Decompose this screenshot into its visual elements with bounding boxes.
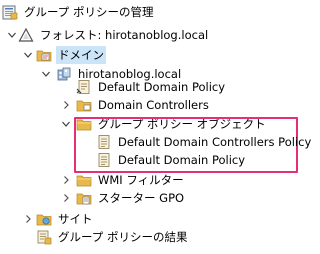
domain-icon — [56, 66, 72, 82]
tree-item-label: グループ ポリシーの結果 — [58, 230, 188, 244]
results-icon — [36, 229, 52, 245]
tree-item-label: Domain Controllers — [98, 98, 209, 112]
gpo-link-icon — [76, 79, 92, 95]
collapse-chevron-icon[interactable] — [61, 119, 71, 129]
tree-item-sites[interactable]: サイト — [36, 209, 95, 229]
expand-chevron-icon[interactable] — [61, 100, 71, 110]
tree-item-label: Default Domain Policy — [98, 80, 226, 94]
tree-item-gpo[interactable]: Default Domain Policy — [96, 150, 247, 170]
tree-item-label: サイト — [58, 212, 93, 226]
expand-chevron-icon[interactable] — [61, 175, 71, 185]
gpo-document-icon — [96, 152, 112, 168]
tree-item-label: ドメイン — [56, 46, 106, 64]
expand-chevron-icon[interactable] — [23, 214, 33, 224]
collapse-chevron-icon[interactable] — [41, 69, 51, 79]
tree-item-label: スターター GPO — [98, 191, 185, 205]
domains-folder-icon — [36, 47, 52, 63]
forest-triangle-icon — [18, 27, 34, 43]
tree-item-label: グループ ポリシーの管理 — [24, 5, 154, 19]
collapse-chevron-icon[interactable] — [23, 50, 33, 60]
organizational-unit-icon — [76, 97, 92, 113]
collapse-chevron-icon[interactable] — [7, 30, 17, 40]
tree-item-gpo-link[interactable]: Default Domain Policy — [76, 77, 227, 97]
tree-item-gpo[interactable]: Default Domain Controllers Policy — [96, 132, 313, 152]
tree-item-label: Default Domain Policy — [118, 153, 246, 167]
gpo-document-icon — [96, 134, 112, 150]
tree-item-starter-gpos[interactable]: スターター GPO — [76, 188, 186, 208]
tree-item-label: フォレスト: hirotanoblog.local — [40, 28, 209, 42]
expand-chevron-icon[interactable] — [61, 193, 71, 203]
tree-item-forest[interactable]: フォレスト: hirotanoblog.local — [18, 25, 210, 45]
folder-icon — [76, 172, 92, 188]
tree-item-wmi-filters[interactable]: WMI フィルター — [76, 170, 186, 190]
gpm-tree-view[interactable]: グループ ポリシーの管理 フォレスト: hirotanoblog.local ド… — [0, 0, 311, 254]
folder-icon — [76, 190, 92, 206]
sites-icon — [36, 211, 52, 227]
tree-item-domain-controllers[interactable]: Domain Controllers — [76, 95, 211, 115]
tree-item-label: Default Domain Controllers Policy — [118, 135, 312, 149]
tree-item-root[interactable]: グループ ポリシーの管理 — [2, 2, 155, 22]
tree-item-label: WMI フィルター — [98, 173, 184, 187]
tree-item-domains[interactable]: ドメイン — [36, 45, 106, 65]
gpm-console-icon — [2, 4, 18, 20]
tree-item-gp-results[interactable]: グループ ポリシーの結果 — [36, 227, 189, 247]
